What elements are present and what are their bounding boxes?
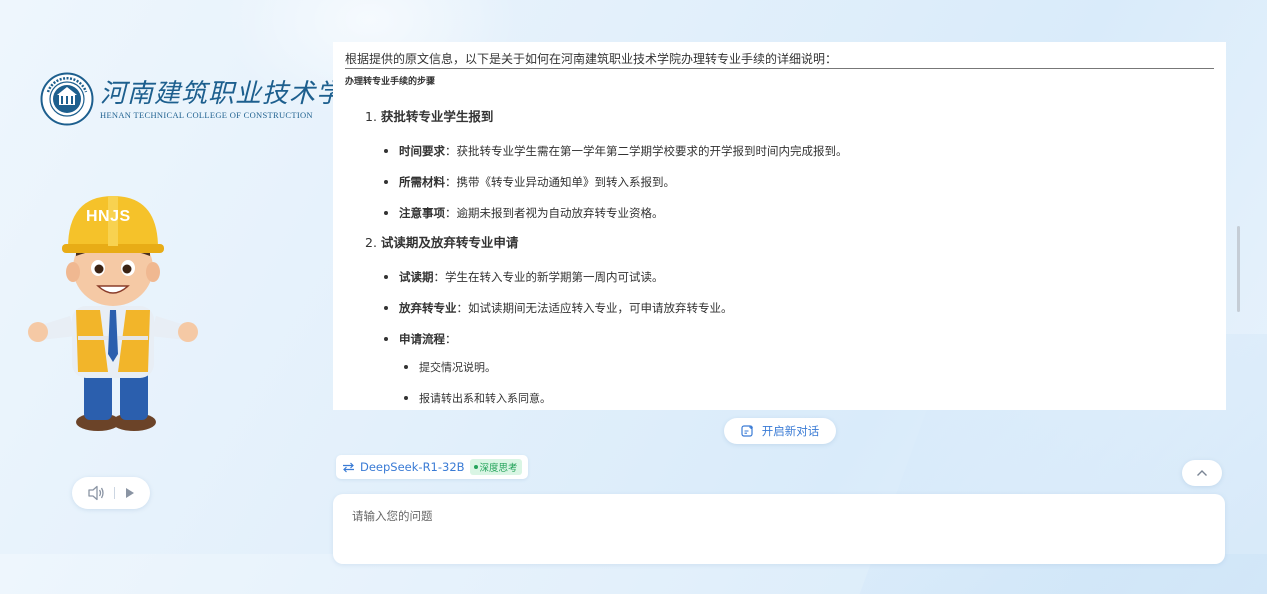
item-text: ：获批转专业学生需在第一学年第二学期学校要求的开学报到时间内完成报到。 (445, 144, 848, 158)
step-number: 2. (365, 235, 377, 250)
college-name-en: HENAN TECHNICAL COLLEGE OF CONSTRUCTION (100, 109, 313, 120)
item-text: ：逾期未报到者视为自动放弃转专业资格。 (445, 206, 664, 220)
item-label: 试读期 (399, 270, 434, 284)
model-name: DeepSeek-R1-32B (360, 460, 465, 474)
item-text: ：如试读期间无法适应转入专业，可申请放弃转专业。 (456, 301, 733, 315)
play-icon[interactable] (124, 487, 136, 499)
sub-list-item: 报请转出系和转入系同意。 (404, 390, 551, 406)
step-number: 1. (365, 109, 377, 124)
new-chat-icon (741, 424, 753, 437)
new-chat-label: 开启新对话 (761, 424, 820, 438)
college-logo: 河南建筑职业技术学院 HENAN TECHNICAL COLLEGE OF CO… (40, 70, 369, 128)
audio-control (72, 477, 150, 509)
item-label: 放弃转专业 (399, 301, 457, 315)
answer-intro: 根据提供的原文信息，以下是关于如何在河南建筑职业技术学院办理转专业手续的详细说明… (345, 52, 838, 66)
collapse-button[interactable] (1182, 460, 1222, 486)
scrollbar-thumb[interactable] (1237, 226, 1240, 312)
item-text: ：携带《转专业异动通知单》到转入系报到。 (445, 175, 675, 189)
item-text: ：学生在转入专业的新学期第一周内可试读。 (433, 270, 664, 284)
question-input[interactable] (350, 508, 1194, 524)
audio-divider (113, 487, 115, 499)
answer-divider (345, 68, 1214, 69)
speaker-icon[interactable] (87, 485, 105, 501)
chevron-up-icon (1197, 470, 1207, 476)
item-label: 时间要求 (399, 144, 445, 158)
list-item: 所需材料：携带《转专业异动通知单》到转入系报到。 (384, 174, 675, 190)
status-dot-icon (473, 465, 478, 469)
deep-thinking-label: 深度思考 (479, 463, 518, 474)
list-item: 试读期：学生在转入专业的新学期第一周内可试读。 (384, 269, 664, 285)
swap-icon (343, 462, 354, 472)
step-title: 试读期及放弃转专业申请 (380, 235, 519, 250)
college-name-cn: 河南建筑职业技术学院 (100, 78, 371, 109)
college-seal-icon (40, 72, 94, 126)
sub-list-item: 提交情况说明。 (404, 359, 496, 375)
list-item: 时间要求：获批转专业学生需在第一学年第二学期学校要求的开学报到时间内完成报到。 (384, 143, 848, 159)
item-text: ： (445, 332, 457, 346)
step-title: 获批转专业学生报到 (380, 109, 494, 124)
deep-thinking-badge[interactable]: 深度思考 (469, 459, 522, 475)
answer-heading: 办理转专业手续的步骤 (345, 77, 436, 87)
item-label: 注意事项 (399, 206, 445, 220)
list-item: 放弃转专业：如试读期间无法适应转入专业，可申请放弃转专业。 (384, 300, 733, 316)
step-item: 2. 试读期及放弃转专业申请 (365, 232, 518, 251)
list-item: 申请流程： (384, 331, 457, 347)
step-item: 1. 获批转专业学生报到 (365, 106, 493, 125)
item-label: 申请流程 (399, 332, 445, 346)
item-label: 所需材料 (399, 175, 445, 189)
answer-panel: 根据提供的原文信息，以下是关于如何在河南建筑职业技术学院办理转专业手续的详细说明… (333, 42, 1226, 410)
new-chat-button[interactable]: 开启新对话 (724, 418, 836, 444)
model-selector[interactable]: DeepSeek-R1-32B 深度思考 (336, 455, 528, 479)
mascot-helmet-label: HNJS (86, 208, 131, 225)
list-item: 注意事项：逾期未报到者视为自动放弃转专业资格。 (384, 205, 664, 221)
